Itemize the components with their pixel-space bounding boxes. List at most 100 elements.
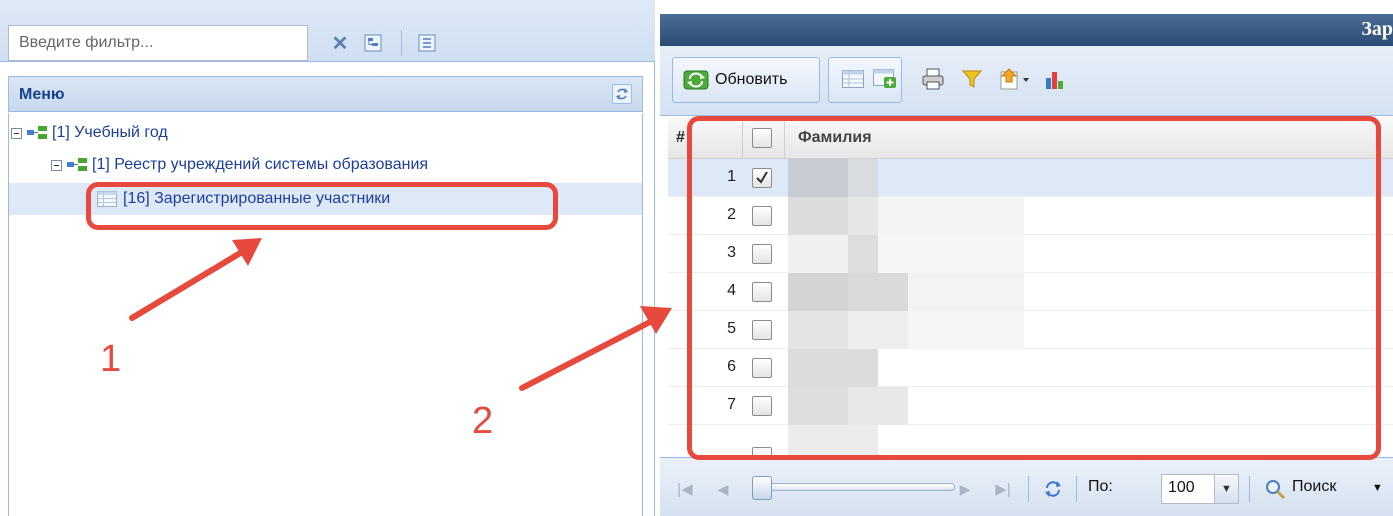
checkmark-icon bbox=[756, 171, 768, 184]
next-page-icon[interactable]: ▶ bbox=[950, 474, 980, 504]
content-panel: Зар Обновить # Фамилия 1 2 3 4 5 6 7 |◀ … bbox=[660, 0, 1393, 516]
column-header-surname[interactable]: Фамилия bbox=[798, 129, 872, 147]
navigation-panel: ✕ Меню bbox=[0, 0, 655, 516]
search-button-label[interactable]: Поиск bbox=[1292, 478, 1336, 496]
row-checkbox[interactable] bbox=[752, 358, 772, 378]
grid-toolbar: Обновить bbox=[660, 46, 1393, 116]
blurred-surname bbox=[848, 273, 908, 311]
clear-filter-icon[interactable]: ✕ bbox=[325, 28, 355, 58]
tree-node-label: [16] Зарегистрированные участники bbox=[123, 190, 391, 207]
menu-title: Меню bbox=[19, 86, 65, 103]
toolbar-separator bbox=[1076, 476, 1077, 502]
annotation-label-2: 2 bbox=[472, 400, 494, 442]
select-all-checkbox[interactable] bbox=[752, 128, 772, 148]
row-checkbox[interactable] bbox=[752, 282, 772, 302]
reload-icon[interactable] bbox=[1038, 474, 1068, 504]
refresh-button[interactable]: Обновить bbox=[672, 57, 820, 103]
content-panel-title: Зар bbox=[1361, 18, 1393, 40]
row-number: 5 bbox=[727, 320, 736, 337]
column-separator bbox=[784, 117, 785, 158]
blurred-surname bbox=[848, 235, 878, 273]
toolbar-separator bbox=[1249, 476, 1250, 502]
row-checkbox[interactable] bbox=[752, 168, 772, 188]
menu-tree: [1] Учебный год [1] Реестр учреждений си… bbox=[8, 113, 643, 516]
blurred-surname bbox=[848, 311, 908, 349]
collapse-toggle-icon[interactable] bbox=[11, 127, 22, 139]
blurred-surname bbox=[848, 197, 878, 235]
hierarchy-icon bbox=[27, 126, 47, 139]
collapse-tree-icon[interactable] bbox=[412, 28, 442, 58]
tree-node-academic-year[interactable]: [1] Учебный год bbox=[11, 117, 168, 149]
menu-panel-header: Меню bbox=[8, 76, 643, 112]
table-row[interactable]: 5 bbox=[668, 311, 1393, 349]
tree-node-registered-participants[interactable]: [16] Зарегистрированные участники bbox=[9, 183, 642, 215]
table-row[interactable]: 3 bbox=[668, 235, 1393, 273]
participants-grid: # Фамилия 1 2 3 4 5 6 7 bbox=[668, 117, 1393, 457]
prev-page-icon[interactable]: ◀ bbox=[708, 474, 738, 504]
paging-toolbar: |◀ ◀ ▶ ▶| По: 100 ▼ Поиск ▼ bbox=[660, 457, 1393, 516]
expand-tree-icon[interactable] bbox=[358, 28, 388, 58]
filter-input[interactable] bbox=[8, 25, 308, 61]
print-icon[interactable] bbox=[918, 64, 948, 94]
table-row[interactable]: 6 bbox=[668, 349, 1393, 387]
table-row[interactable] bbox=[668, 425, 1393, 457]
table-view-icon[interactable] bbox=[838, 64, 868, 94]
per-page-input[interactable]: 100 bbox=[1161, 474, 1215, 504]
row-number: 4 bbox=[727, 282, 736, 299]
collapse-toggle-icon[interactable] bbox=[51, 159, 62, 171]
blurred-surname bbox=[788, 311, 848, 349]
page-slider-thumb[interactable] bbox=[752, 476, 772, 500]
row-checkbox[interactable] bbox=[752, 206, 772, 226]
table-row[interactable]: 2 bbox=[668, 197, 1393, 235]
add-record-icon[interactable] bbox=[870, 64, 900, 94]
hierarchy-icon bbox=[67, 158, 87, 171]
filter-toolbar: ✕ bbox=[0, 0, 655, 62]
row-checkbox[interactable] bbox=[752, 447, 772, 457]
toolbar-separator bbox=[401, 30, 402, 56]
per-page-label: По: bbox=[1088, 478, 1113, 495]
export-dropdown-icon[interactable] bbox=[996, 64, 1036, 94]
blurred-surname bbox=[848, 159, 878, 197]
toolbar-separator bbox=[1028, 476, 1029, 502]
blurred-surname bbox=[848, 387, 908, 425]
column-separator bbox=[742, 117, 743, 158]
table-row[interactable]: 7 bbox=[668, 387, 1393, 425]
page-slider-track[interactable] bbox=[755, 483, 955, 491]
refresh-icon bbox=[683, 70, 709, 90]
table-icon bbox=[97, 191, 117, 207]
column-header-number: # bbox=[676, 129, 685, 146]
refresh-menu-icon[interactable] bbox=[612, 84, 632, 104]
blurred-surname bbox=[788, 387, 848, 425]
row-checkbox[interactable] bbox=[752, 244, 772, 264]
chevron-down-icon[interactable]: ▼ bbox=[1215, 474, 1239, 504]
blurred-surname bbox=[878, 235, 1024, 273]
row-checkbox[interactable] bbox=[752, 320, 772, 340]
search-icon[interactable] bbox=[1260, 474, 1290, 504]
refresh-button-label: Обновить bbox=[715, 71, 788, 88]
tree-node-label: [1] Учебный год bbox=[52, 124, 168, 141]
blurred-surname bbox=[788, 235, 848, 273]
row-number: 1 bbox=[727, 168, 736, 185]
search-dropdown-icon[interactable]: ▼ bbox=[1372, 482, 1383, 494]
table-row[interactable]: 1 bbox=[668, 159, 1393, 197]
row-number: 2 bbox=[727, 206, 736, 223]
blurred-surname bbox=[908, 311, 1024, 349]
filter-icon[interactable] bbox=[957, 64, 987, 94]
blurred-surname bbox=[908, 273, 1024, 311]
blurred-surname bbox=[878, 197, 1024, 235]
table-row[interactable]: 4 bbox=[668, 273, 1393, 311]
tree-node-institutions-registry[interactable]: [1] Реестр учреждений системы образовани… bbox=[51, 149, 428, 181]
row-number: 7 bbox=[727, 396, 736, 413]
last-page-icon[interactable]: ▶| bbox=[988, 474, 1018, 504]
first-page-icon[interactable]: |◀ bbox=[670, 474, 700, 504]
row-number: 6 bbox=[727, 358, 736, 375]
blurred-surname bbox=[788, 159, 848, 197]
chart-icon[interactable] bbox=[1040, 64, 1070, 94]
blurred-surname bbox=[788, 349, 878, 387]
tree-node-label: [1] Реестр учреждений системы образовани… bbox=[92, 156, 429, 173]
blurred-surname bbox=[788, 197, 848, 235]
annotation-label-1: 1 bbox=[100, 338, 122, 380]
blurred-surname bbox=[788, 273, 848, 311]
grid-header-row: # Фамилия bbox=[668, 117, 1393, 159]
row-checkbox[interactable] bbox=[752, 396, 772, 416]
